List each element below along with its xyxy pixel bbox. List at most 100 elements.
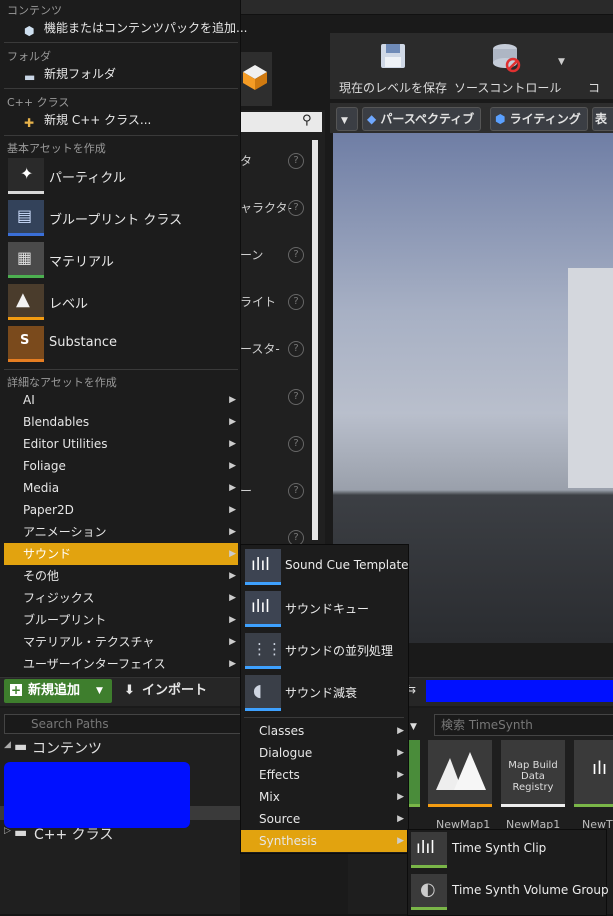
asset-tile[interactable] xyxy=(428,740,492,807)
advanced-item-paper2d[interactable]: Paper2D ▶ xyxy=(4,499,238,521)
toolbar-truncated-button[interactable]: コ xyxy=(588,37,613,95)
submenu-arrow-icon: ▶ xyxy=(229,527,236,537)
save-icon xyxy=(381,44,405,68)
level-icon: ▲ xyxy=(8,284,44,320)
sound-asset-cue[interactable]: ılıl サウンドキュー xyxy=(245,589,407,627)
sound-category-label: Synthesis xyxy=(259,834,317,848)
material-icon: ▦ xyxy=(8,242,44,278)
mode-row[interactable]: タ? xyxy=(240,152,322,172)
submenu-arrow-icon: ▶ xyxy=(229,593,236,603)
advanced-item-editor-utilities[interactable]: Editor Utilities ▶ xyxy=(4,433,238,455)
asset-tile[interactable]: Map Build Data Registry xyxy=(501,740,565,807)
basic-asset-label: パーティクル xyxy=(49,171,126,186)
help-icon[interactable]: ? xyxy=(288,483,304,499)
help-icon[interactable]: ? xyxy=(288,153,304,169)
content-pack-icon: ⬢ xyxy=(24,24,35,38)
sound-asset-concurrency[interactable]: ⋮⋮ サウンドの並列処理 xyxy=(245,631,407,669)
sound-asset-cue-template[interactable]: ılıl Sound Cue Template xyxy=(245,547,409,585)
mode-row[interactable]: ーン? xyxy=(240,246,322,266)
advanced-item-label: アニメーション xyxy=(23,525,107,539)
divider xyxy=(4,369,238,370)
advanced-item-misc[interactable]: その他 ▶ xyxy=(4,565,238,587)
asset-tile[interactable]: ılı xyxy=(574,740,613,807)
help-icon[interactable]: ? xyxy=(288,294,304,310)
divider xyxy=(4,88,238,89)
mode-row-label: ーン xyxy=(240,248,264,262)
submenu-arrow-icon: ▶ xyxy=(397,792,404,802)
sound-category-classes[interactable]: Classes ▶ xyxy=(241,720,407,742)
tree-item-content[interactable]: ◢ ▬ コンテンツ xyxy=(4,738,234,757)
redacted-region xyxy=(426,680,613,702)
advanced-item-animation[interactable]: アニメーション ▶ xyxy=(4,521,238,543)
section-header: コンテンツ xyxy=(7,4,62,17)
mode-row[interactable]: ? xyxy=(240,388,322,408)
show-label: 表 xyxy=(595,112,608,126)
synth-item-time-synth-volume-group[interactable]: ◐ Time Synth Volume Group xyxy=(411,872,609,910)
search-paths-placeholder: Search Paths xyxy=(31,717,109,731)
submenu-arrow-icon: ▶ xyxy=(397,814,404,824)
import-label: インポート xyxy=(142,683,208,698)
sound-asset-label: サウンドキュー xyxy=(285,602,370,616)
sound-category-mix[interactable]: Mix ▶ xyxy=(241,786,407,808)
search-paths-input[interactable]: Search Paths xyxy=(4,714,242,734)
chevron-down-icon[interactable]: ▼ xyxy=(558,57,565,67)
section-header: フォルダ xyxy=(7,50,51,63)
modes-search-input[interactable]: ⚲ xyxy=(240,112,322,132)
advanced-item-user-interface[interactable]: ユーザーインターフェイス ▶ xyxy=(4,653,238,675)
lighting-icon: ⬢ xyxy=(495,112,506,126)
perspective-button[interactable]: ◆ パースペクティブ xyxy=(362,107,482,131)
basic-asset-substance[interactable]: S Substance xyxy=(8,325,238,363)
help-icon[interactable]: ? xyxy=(288,436,304,452)
sound-category-effects[interactable]: Effects ▶ xyxy=(241,764,407,786)
basic-asset-label: ブループリント クラス xyxy=(49,213,183,228)
advanced-item-ai[interactable]: AI ▶ xyxy=(4,389,238,411)
chevron-down-icon: ▼ xyxy=(341,116,348,126)
advanced-item-sound[interactable]: サウンド ▶ xyxy=(4,543,238,565)
lighting-button[interactable]: ⬢ ライティング xyxy=(490,107,588,131)
mode-row[interactable]: ャラクタ-? xyxy=(240,199,322,219)
help-icon[interactable]: ? xyxy=(288,341,304,357)
add-new-button[interactable]: + 新規追加 ▼ xyxy=(4,679,112,703)
basic-asset-blueprint[interactable]: ▤ ブループリント クラス xyxy=(8,199,238,237)
import-button[interactable]: ⬇ インポート xyxy=(118,679,218,703)
new-folder-label: 新規フォルダ xyxy=(44,67,117,81)
basic-asset-material[interactable]: ▦ マテリアル xyxy=(8,241,238,279)
sound-category-dialogue[interactable]: Dialogue ▶ xyxy=(241,742,407,764)
help-icon[interactable]: ? xyxy=(288,200,304,216)
save-level-button[interactable]: 現在のレベルを保存 xyxy=(334,37,452,95)
help-icon[interactable]: ? xyxy=(288,389,304,405)
basic-asset-particle[interactable]: ✦ パーティクル xyxy=(8,157,238,195)
advanced-item-foliage[interactable]: Foliage ▶ xyxy=(4,455,238,477)
submenu-arrow-icon: ▶ xyxy=(229,659,236,669)
mode-row[interactable]: ー? xyxy=(240,482,322,502)
cpp-class-icon: ✚ xyxy=(24,116,35,130)
viewport-options-button[interactable]: ▼ xyxy=(336,107,358,131)
sound-category-synthesis[interactable]: Synthesis ▶ xyxy=(241,830,407,852)
mode-row[interactable]: ? xyxy=(240,435,322,455)
sound-category-source[interactable]: Source ▶ xyxy=(241,808,407,830)
advanced-item-physics[interactable]: フィジックス ▶ xyxy=(4,587,238,609)
advanced-item-media[interactable]: Media ▶ xyxy=(4,477,238,499)
advanced-item-label: ユーザーインターフェイス xyxy=(23,657,166,671)
mode-row[interactable]: ライト? xyxy=(240,293,322,313)
advanced-item-blueprint[interactable]: ブループリント ▶ xyxy=(4,609,238,631)
source-control-button[interactable]: ソースコントロール xyxy=(454,37,561,95)
show-button[interactable]: 表 xyxy=(592,107,613,131)
help-icon[interactable]: ? xyxy=(288,247,304,263)
sound-asset-attenuation[interactable]: ◖ サウンド減衰 xyxy=(245,673,407,711)
expand-arrow-icon[interactable]: ◢ xyxy=(4,740,11,750)
main-toolbar: 現在のレベルを保存 ソースコントロール ▼ コ xyxy=(330,33,613,99)
level-icon xyxy=(436,752,486,790)
synth-item-time-synth-clip[interactable]: ılıl Time Synth Clip xyxy=(411,830,605,868)
advanced-item-materials-textures[interactable]: マテリアル・テクスチャ ▶ xyxy=(4,631,238,653)
submenu-arrow-icon: ▶ xyxy=(229,417,236,427)
modes-tab[interactable] xyxy=(236,52,272,106)
advanced-item-blendables[interactable]: Blendables ▶ xyxy=(4,411,238,433)
add-new-menu: コンテンツ ⬢ 機能またはコンテンツパックを追加... フォルダ ▬ 新規フォル… xyxy=(0,0,247,676)
basic-asset-level[interactable]: ▲ レベル xyxy=(8,283,238,321)
new-folder-icon: ▬ xyxy=(24,70,36,84)
perspective-label: パースペクティブ xyxy=(380,112,475,126)
mode-row[interactable]: ースタ-? xyxy=(240,340,322,360)
concurrency-icon: ⋮⋮ xyxy=(245,633,282,669)
asset-search-input[interactable]: 検索 TimeSynth xyxy=(434,714,613,736)
